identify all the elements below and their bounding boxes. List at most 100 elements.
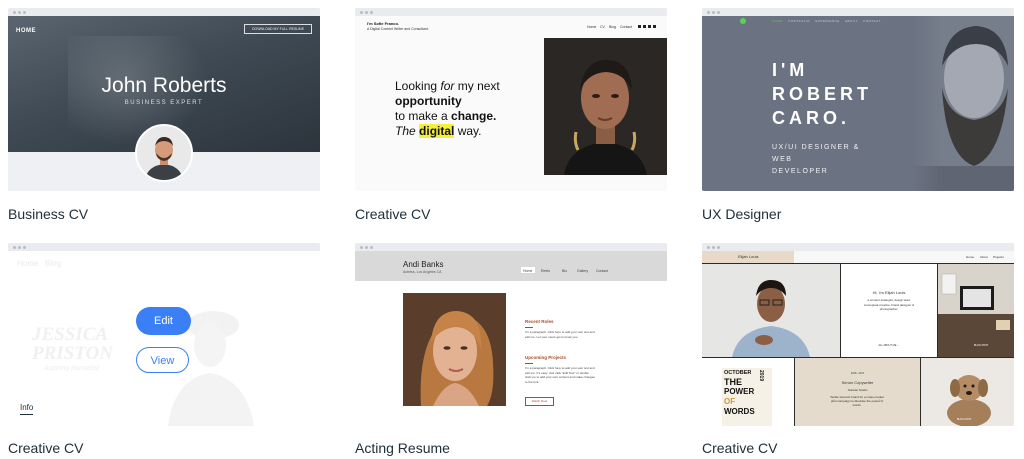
preview-nav-home: HOME [16,28,36,34]
portrait-photo [403,293,506,406]
intro-title: Hi, I'm Elijah Louis [872,290,906,295]
workspace-photo: BLOG POST [938,264,1014,357]
preview-nav-cv: CV [600,25,605,29]
browser-chrome [702,243,1014,251]
job-text: Tactile slow-ish brand for a mass-market… [830,395,884,407]
edit-button[interactable]: Edit [136,307,191,335]
view-button[interactable]: View [136,347,189,373]
card-title[interactable]: Creative CV [8,440,83,456]
preview-name: Andi Banks [403,260,444,269]
grid-line [794,358,795,426]
preview-watch-reel-button: Watch Reel [525,397,554,406]
poster-line: POWER [724,387,755,396]
grid-line [840,264,841,357]
template-card-creative-cv-grid[interactable]: Elijah Louis Home About Projects Hi, I'm… [702,243,1014,456]
section-underline [525,327,533,328]
preview-subtitle: Aspiring journalist [44,365,100,372]
template-thumbnail[interactable]: Elijah Louis Home About Projects Hi, I'm… [702,243,1014,426]
chevron-left-icon[interactable]: ‹ [833,398,835,404]
blog-post-label: BLOG POST [957,418,972,421]
section-recent-roles-text: I'm a paragraph. Click here to add your … [525,330,595,339]
linkedin-icon [648,25,651,28]
poster-panel: OCTOBER THE POWER OF WORDS 2019 [702,358,794,426]
template-card-creative-cv[interactable]: I'm Sofie Franco. A Digital Content Writ… [355,8,667,222]
preview-nav-reels: Reels [541,269,550,273]
template-thumbnail[interactable]: HOME DOWNLOAD MY FULL RESUME John Robert… [8,8,320,191]
template-thumbnail[interactable]: Andi Banks Actress, Los Angeles CA Home … [355,243,667,426]
facebook-icon [638,25,641,28]
poster-line: OCTOBER [724,370,752,376]
section-recent-roles-title: Recent Roles [525,319,554,324]
template-card-business-cv[interactable]: HOME DOWNLOAD MY FULL RESUME John Robert… [8,8,320,222]
portrait-photo [544,38,667,175]
chevron-right-icon[interactable]: › [879,398,881,404]
intro-about-link: ALL ABOUT ME → [878,344,900,347]
preview-brand-sub: A Digital Content Writer and Consultant. [367,27,429,31]
preview-nav-bio: Bio [562,269,568,273]
card-title[interactable]: Business CV [8,206,88,222]
twitter-icon [643,25,646,28]
preview-nav-home: Home [587,25,597,29]
browser-chrome [355,243,667,251]
browser-chrome [8,243,320,251]
poster-line: THE [724,377,742,387]
portrait-photo [912,16,1014,191]
preview-name: JESSICA PRISTON [32,324,113,364]
preview-brand: I'm Sofie Franco. [367,21,400,26]
preview-nav-about: About [980,255,988,259]
job-years: 2018 - 2017 [850,372,865,375]
avatar [135,124,193,182]
preview-location: Actress, Los Angeles CA [403,270,442,274]
poster-year: 2019 [758,370,764,382]
browser-chrome [355,8,667,16]
card-title[interactable]: Creative CV [702,440,777,456]
preview-subtitle: UX/UI DESIGNER & WEB DEVELOPER [772,144,860,175]
template-card-creative-cv-hover[interactable]: Home Blog JESSICA PRISTON Aspiring journ… [8,243,320,456]
preview-nav: HOME PORTFOLIO EXPERIENCE ABOUT CONTACT [772,19,881,23]
browser-chrome [8,8,320,16]
section-underline [525,363,533,364]
blog-post-label: BLOG POST [974,344,989,347]
browser-chrome [702,8,1014,16]
intro-panel: Hi, I'm Elijah Louis a content strategis… [841,264,937,357]
job-panel: 2018 - 2017 Senior Copywriter Telestar S… [795,358,920,426]
preview-header [355,251,667,281]
instagram-icon [653,25,656,28]
preview-nav-blog: Blog [609,25,617,29]
preview-title: I'M ROBERT CARO. [772,60,872,128]
preview-download-button: DOWNLOAD MY FULL RESUME [244,24,312,34]
section-upcoming-text: I'm a paragraph. Click here to add your … [525,366,595,384]
preview-nav: Home Blog [17,259,62,268]
preview-role: BUSINESS EXPERT [124,100,204,106]
grid-line [702,357,1014,358]
intro-text: a content strategist, design lead, conce… [863,298,915,311]
preview-tagline: Looking for my next opportunity to make … [395,79,500,138]
preview-body [355,281,667,426]
preview-nav-gallery: Gallery [577,269,589,273]
template-thumbnail[interactable]: Home Blog JESSICA PRISTON Aspiring journ… [8,243,320,426]
card-title[interactable]: Acting Resume [355,440,450,456]
card-title[interactable]: Creative CV [355,206,430,222]
preview-nav-contact: Contact [620,25,633,29]
card-title[interactable]: UX Designer [702,206,781,222]
preview-nav-projects: Projects [993,255,1004,259]
poster: OCTOBER THE POWER OF WORDS 2019 [722,368,772,426]
preview-nav-contact: Contact [596,269,609,273]
template-card-acting-resume[interactable]: Andi Banks Actress, Los Angeles CA Home … [355,243,667,456]
grid-line [937,264,938,357]
preview-nav-home: Home [966,255,975,259]
portrait-photo [702,264,840,357]
template-card-ux-designer[interactable]: HOME PORTFOLIO EXPERIENCE ABOUT CONTACT … [702,8,1014,222]
preview-name: John Roberts [101,74,227,97]
preview-name-tab: Elijah Louis [702,251,794,263]
logo-icon [740,18,746,24]
job-company: Telestar Studio [847,388,868,392]
poster-line: WORDS [724,407,755,416]
poster-line: OF [724,397,736,406]
dog-photo: BLOG POST [921,358,1014,426]
template-thumbnail[interactable]: HOME PORTFOLIO EXPERIENCE ABOUT CONTACT … [702,8,1014,191]
job-title: Senior Copywriter [841,380,874,385]
template-thumbnail[interactable]: I'm Sofie Franco. A Digital Content Writ… [355,8,667,191]
preview-nav-home: Home [523,269,533,273]
info-link[interactable]: Info [20,403,34,415]
